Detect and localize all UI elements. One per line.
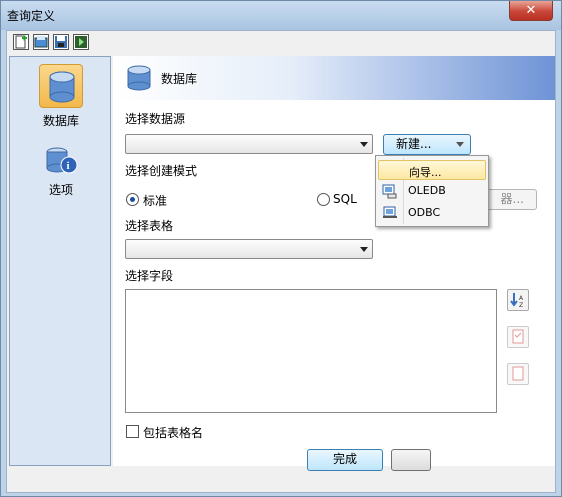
menu-item-oledb[interactable]: OLEDB [378, 181, 486, 201]
nav-panel: 数据库 i 选项 [9, 56, 111, 466]
svg-text:A: A [519, 295, 524, 302]
datasource-select[interactable] [125, 134, 373, 154]
sql-builder-label: 器... [500, 192, 524, 206]
menu-item-oledb-label: OLEDB [408, 184, 446, 197]
fields-list[interactable] [125, 289, 497, 413]
svg-text:Z: Z [519, 302, 523, 309]
mode-standard-radio[interactable] [126, 193, 139, 206]
table-label: 选择表格 [125, 219, 174, 233]
save-icon[interactable] [53, 34, 69, 50]
clear-selection-button[interactable] [507, 363, 529, 385]
new-button-label: 新建... [396, 137, 432, 151]
nav-label-database: 数据库 [42, 114, 79, 128]
cancel-button[interactable] [391, 449, 431, 471]
mode-sql-radio[interactable] [317, 193, 330, 206]
run-icon[interactable] [73, 34, 89, 50]
section-title: 数据库 [161, 72, 198, 86]
main-panel: 数据库 选择数据源 新建... 选择创建模式 标准 SQL 器... 选择表格 [113, 56, 555, 466]
window-title: 查询定义 [7, 9, 56, 23]
fields-label: 选择字段 [125, 269, 174, 283]
open-icon[interactable] [33, 34, 49, 50]
odbc-icon [383, 206, 397, 218]
new-datasource-button[interactable]: 新建... [383, 134, 471, 155]
title-bar: 查询定义 ✕ [1, 1, 561, 30]
chevron-down-icon [360, 247, 368, 252]
query-definition-window: 查询定义 ✕ 数据库 i 选项 数据库 选择数据源 新建... 选择创建模式 标… [0, 0, 562, 497]
dialog-client-area: 数据库 i 选项 数据库 选择数据源 新建... 选择创建模式 标准 SQL 器… [6, 30, 556, 493]
options-icon: i [39, 143, 83, 177]
mode-label: 选择创建模式 [125, 164, 198, 178]
svg-text:i: i [67, 160, 70, 172]
new-datasource-menu: 向导... OLEDB ODBC [375, 155, 489, 227]
finish-button[interactable]: 完成 [307, 449, 383, 471]
nav-label-options: 选项 [48, 183, 73, 197]
menu-item-wizard-label: 向导... [409, 166, 442, 179]
toolbar [7, 31, 555, 53]
sort-fields-button[interactable]: AZ [507, 289, 529, 311]
mode-standard-label: 标准 [143, 194, 168, 208]
nav-item-database[interactable]: 数据库 [24, 64, 98, 129]
sort-icon: AZ [510, 293, 524, 309]
database-icon [39, 64, 83, 108]
table-select[interactable] [125, 239, 373, 259]
include-table-name-checkbox[interactable] [126, 425, 139, 438]
datasource-label: 选择数据源 [125, 112, 186, 126]
section-header: 数据库 [113, 56, 555, 100]
menu-item-odbc[interactable]: ODBC [378, 203, 486, 223]
close-button[interactable]: ✕ [509, 1, 553, 21]
chevron-down-icon [360, 142, 368, 147]
nav-item-options[interactable]: i 选项 [24, 143, 98, 198]
menu-item-odbc-label: ODBC [408, 206, 441, 219]
page-icon [512, 366, 524, 381]
menu-item-wizard[interactable]: 向导... [378, 160, 486, 180]
include-table-name-label: 包括表格名 [143, 426, 204, 440]
mode-sql-label: SQL [333, 192, 357, 206]
chevron-down-icon [456, 142, 464, 147]
oledb-icon [382, 184, 397, 199]
checklist-icon [512, 329, 524, 344]
header-database-icon [127, 65, 151, 91]
select-all-button[interactable] [507, 326, 529, 348]
new-icon[interactable] [13, 34, 29, 50]
